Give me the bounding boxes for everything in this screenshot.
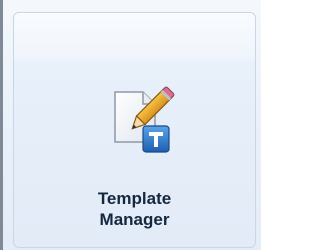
template-manager-button[interactable]: Template Manager <box>13 12 256 248</box>
template-manager-icon <box>109 80 179 158</box>
button-label-line2: Manager <box>99 210 170 229</box>
ribbon-panel: Template Manager <box>3 0 261 250</box>
button-label-line1: Template <box>97 189 172 208</box>
